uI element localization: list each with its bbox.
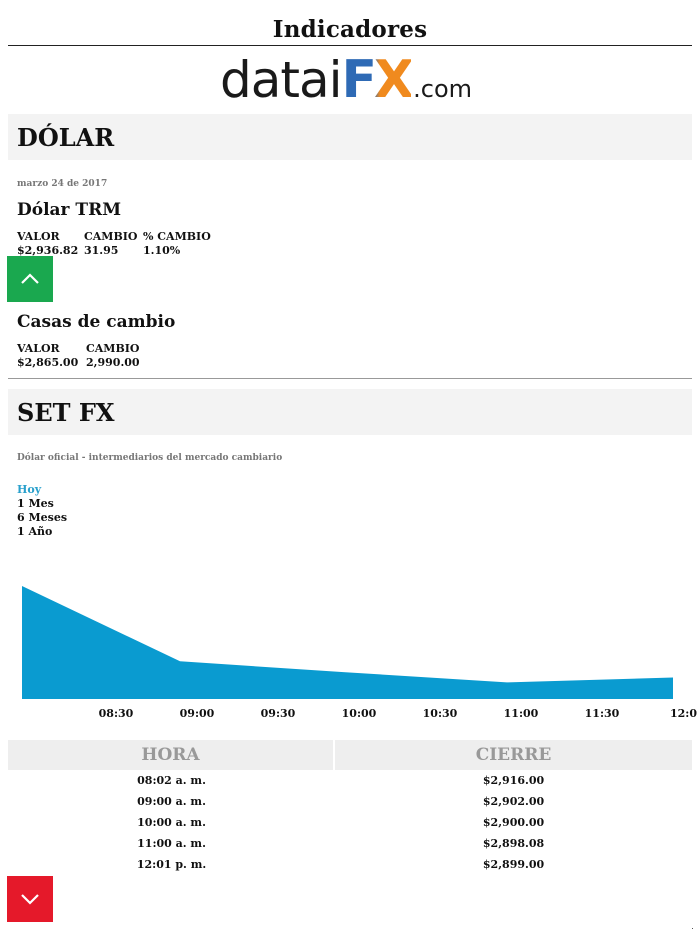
- chart-x-tick-label: 09:30: [261, 707, 296, 720]
- logo-part-com: .com: [413, 75, 473, 103]
- trm-cambio-label: CAMBIO: [84, 230, 138, 243]
- setfx-section-title: SET FX: [17, 398, 115, 427]
- table-header-cierre[interactable]: CIERRE: [335, 740, 692, 770]
- table-row: 10:00 a. m. $2,900.00: [8, 812, 692, 833]
- table-cell-hora: 12:01 p. m.: [136, 858, 207, 871]
- chart-x-tick-label: 12:0: [670, 707, 697, 720]
- chart-x-tick-label: 10:00: [342, 707, 377, 720]
- chart-x-tick-label: 11:30: [585, 707, 620, 720]
- table-row: 11:00 a. m. $2,898.08: [8, 833, 692, 854]
- table-header-hora[interactable]: HORA: [8, 740, 336, 770]
- table-cell-hora: 11:00 a. m.: [137, 837, 206, 850]
- table-cell-cierre: $2,899.00: [482, 858, 545, 871]
- dolar-section-title: DÓLAR: [17, 123, 115, 152]
- scroll-up-button[interactable]: [7, 256, 53, 302]
- table-row: 12:01 p. m. $2,899.00: [8, 854, 692, 875]
- table-cell-cierre: $2,916.00: [482, 774, 545, 787]
- range-selector: Hoy 1 Mes 6 Meses 1 Año: [17, 483, 67, 539]
- history-table: HORA CIERRE 08:02 a. m. $2,916.00 09:00 …: [8, 740, 692, 875]
- casas-valor-value: $2,865.00: [17, 356, 79, 369]
- heading-divider: [8, 45, 692, 46]
- scroll-down-button[interactable]: [7, 876, 53, 922]
- chart-x-tick-label: 10:30: [423, 707, 458, 720]
- table-row: 09:00 a. m. $2,902.00: [8, 791, 692, 812]
- dolar-trm-title: Dólar TRM: [17, 200, 122, 220]
- chart-x-tick-label: 11:00: [504, 707, 539, 720]
- section-divider: [8, 378, 692, 379]
- casas-cambio-label: CAMBIO: [86, 342, 140, 355]
- casas-cambio-title: Casas de cambio: [17, 312, 176, 332]
- range-option-6-meses[interactable]: 6 Meses: [17, 511, 67, 525]
- setfx-area-chart[interactable]: 08:30 09:00 09:30 10:00 10:30 11:00 11:30 12:0: [0, 560, 700, 730]
- logo-part-datai: datai: [220, 51, 343, 109]
- casas-cambio: CAMBIO 2,990.00: [86, 342, 140, 370]
- setfx-section-header: SET FX: [8, 389, 692, 435]
- logo-part-fx: FX: [341, 50, 415, 110]
- trm-valor: VALOR $2,936.82: [17, 230, 78, 258]
- casas-cambio-value: 2,990.00: [86, 356, 140, 369]
- chart-area-series: [22, 586, 673, 699]
- casas-valor: VALOR $2,865.00: [17, 342, 78, 370]
- corner-marker: [692, 928, 693, 929]
- chevron-down-icon: [21, 894, 39, 905]
- dataifx-logo[interactable]: datai FX .com: [220, 50, 473, 110]
- trm-pct-value: 1.10%: [143, 244, 181, 257]
- table-cell-hora: 10:00 a. m.: [137, 816, 206, 829]
- table-cell-cierre: $2,902.00: [482, 795, 545, 808]
- table-cell-cierre: $2,900.00: [482, 816, 545, 829]
- dolar-date: marzo 24 de 2017: [17, 179, 108, 189]
- page-title: Indicadores: [272, 16, 428, 43]
- trm-pct-cambio: % CAMBIO 1.10%: [143, 230, 211, 258]
- range-option-hoy[interactable]: Hoy: [17, 483, 67, 497]
- chart-x-tick-label: 09:00: [180, 707, 215, 720]
- range-option-1-ano[interactable]: 1 Año: [17, 525, 67, 539]
- table-cell-hora: 09:00 a. m.: [137, 795, 206, 808]
- range-option-1-mes[interactable]: 1 Mes: [17, 497, 67, 511]
- chevron-up-icon: [21, 273, 39, 284]
- table-cell-cierre: $2,898.08: [482, 837, 545, 850]
- trm-cambio: CAMBIO 31.95: [84, 230, 138, 258]
- trm-cambio-value: 31.95: [84, 244, 119, 257]
- chart-x-tick-label: 08:30: [99, 707, 134, 720]
- table-cell-hora: 08:02 a. m.: [137, 774, 206, 787]
- setfx-subtitle: Dólar oficial - intermediarios del merca…: [17, 453, 283, 463]
- casas-valor-label: VALOR: [17, 342, 60, 355]
- dolar-section-header: DÓLAR: [8, 114, 692, 160]
- trm-pct-label: % CAMBIO: [143, 230, 211, 243]
- table-row: 08:02 a. m. $2,916.00: [8, 770, 692, 791]
- chart-x-axis: 08:30 09:00 09:30 10:00 10:30 11:00 11:30 12:0: [99, 707, 698, 720]
- trm-valor-label: VALOR: [17, 230, 60, 243]
